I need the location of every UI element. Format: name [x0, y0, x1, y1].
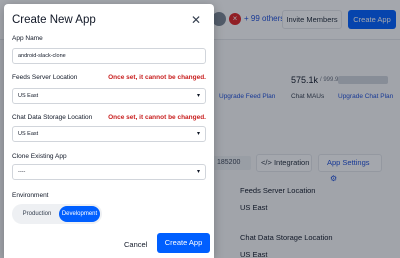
environment-production-option[interactable]: Production — [16, 208, 58, 220]
clone-app-select[interactable]: ---- ▾ — [12, 164, 206, 180]
chevron-down-icon: ▾ — [196, 93, 200, 99]
chat-location-select[interactable]: US East ▾ — [12, 126, 206, 142]
feeds-location-label: Feeds Server Location — [12, 74, 78, 81]
clone-app-label: Clone Existing App — [12, 153, 67, 160]
close-icon[interactable]: ✕ — [191, 13, 201, 27]
app-name-input[interactable]: android-slack-clone — [12, 48, 206, 64]
chat-location-warning: Once set, it cannot be changed. — [108, 114, 206, 121]
create-app-modal: Create New App ✕ App Name android-slack-… — [4, 4, 214, 258]
chat-location-selected: US East — [18, 131, 39, 137]
environment-toggle: Production Development — [12, 204, 102, 224]
feeds-location-select[interactable]: US East ▾ — [12, 88, 206, 104]
app-name-label: App Name — [12, 35, 43, 42]
feeds-location-warning: Once set, it cannot be changed. — [108, 74, 206, 81]
feeds-location-selected: US East — [18, 93, 39, 99]
create-app-button[interactable]: Create App — [157, 233, 210, 253]
cancel-button[interactable]: Cancel — [124, 240, 147, 249]
modal-title: Create New App — [12, 14, 96, 26]
chat-location-label: Chat Data Storage Location — [12, 114, 93, 121]
environment-label: Environment — [12, 192, 49, 199]
chevron-down-icon: ▾ — [196, 169, 200, 175]
environment-development-option[interactable]: Development — [59, 206, 100, 222]
clone-app-selected: ---- — [18, 169, 26, 175]
chevron-down-icon: ▾ — [196, 131, 200, 137]
